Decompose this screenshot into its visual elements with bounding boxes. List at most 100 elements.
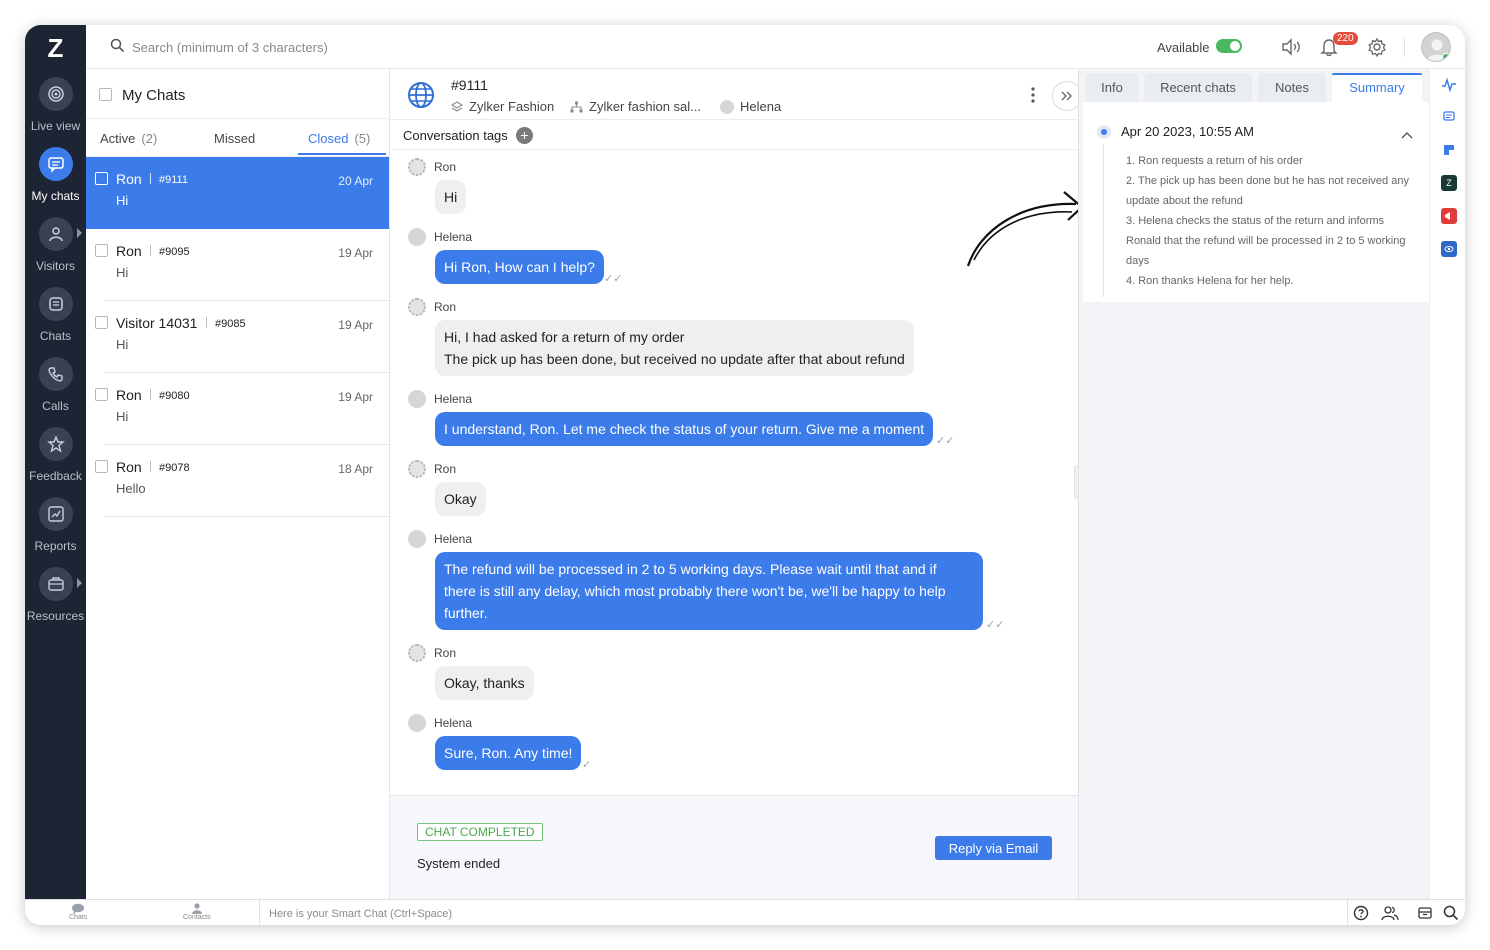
availability-label: Available: [1157, 40, 1210, 55]
user-avatar[interactable]: [1421, 32, 1451, 62]
activity-icon[interactable]: [1441, 77, 1457, 93]
chat-list-tabs: Active (2) Missed Closed (5): [86, 119, 389, 157]
smart-chat-input[interactable]: [269, 905, 969, 922]
row-checkbox[interactable]: [95, 172, 108, 185]
search-input[interactable]: [132, 35, 632, 59]
divider: [259, 900, 260, 925]
archive-icon[interactable]: [1417, 905, 1433, 925]
eye-icon[interactable]: [1441, 241, 1457, 257]
summary-point: 4. Ron thanks Helena for her help.: [1126, 275, 1294, 287]
nav-visitors[interactable]: Visitors: [25, 217, 86, 273]
availability-toggle[interactable]: [1216, 39, 1242, 53]
message-bubble: Okay, thanks: [435, 666, 534, 700]
last-message: Hi: [116, 193, 129, 208]
last-message: Hi: [116, 409, 129, 424]
chat-row[interactable]: Ron #9095 19 Apr Hi: [95, 229, 389, 301]
chat-bubble-icon: [38, 147, 73, 181]
tab-missed[interactable]: Missed: [214, 131, 255, 146]
tab-info[interactable]: Info: [1086, 73, 1138, 102]
bookmark-icon[interactable]: [1441, 142, 1457, 158]
live-view-icon: [38, 77, 73, 111]
speaker-icon[interactable]: [1280, 37, 1304, 62]
tab-closed[interactable]: Closed (5): [308, 131, 370, 146]
nav-resources[interactable]: Resources: [25, 567, 86, 623]
chat-row[interactable]: Ron #9078 18 Apr Hello: [95, 445, 389, 517]
globe-icon: [407, 81, 435, 114]
chat-date: 20 Apr: [338, 174, 373, 188]
conversation-panel: #9111 Zylker Fashion Zylker fashion sal.…: [390, 69, 1084, 899]
timeline-line: [1103, 144, 1104, 297]
chat-id: #9078: [150, 461, 190, 474]
tab-recent-chats[interactable]: Recent chats: [1144, 73, 1252, 102]
agent-avatar: [408, 228, 426, 246]
nav-live-view[interactable]: Live view: [25, 77, 86, 133]
conversation-id: #9111: [451, 77, 488, 93]
row-checkbox[interactable]: [95, 460, 108, 473]
gear-icon[interactable]: [1367, 37, 1387, 62]
visitor-name: Ron: [116, 171, 142, 187]
chat-id: #9095: [150, 245, 190, 258]
reply-via-email-button[interactable]: Reply via Email: [935, 836, 1052, 860]
chat-row[interactable]: Ron #9111 20 Apr Hi: [86, 157, 389, 229]
read-receipt-icon: ✓✓: [986, 619, 1005, 631]
read-receipt-icon: ✓✓: [936, 435, 955, 447]
megaphone-icon[interactable]: [1441, 208, 1457, 224]
nav-reports[interactable]: Reports: [25, 497, 86, 553]
agent-avatar: [408, 390, 426, 408]
chat-list-title: My Chats: [122, 87, 186, 104]
search-icon: [110, 38, 125, 58]
toggle-knob: [1230, 41, 1240, 51]
help-icon[interactable]: [1353, 905, 1369, 925]
tab-summary[interactable]: Summary: [1332, 73, 1422, 102]
chat-id: #9111: [150, 173, 188, 186]
nav-label: Visitors: [35, 259, 76, 273]
more-options-icon[interactable]: [1031, 87, 1035, 108]
row-checkbox[interactable]: [95, 388, 108, 401]
expand-caret-icon[interactable]: [77, 578, 82, 588]
summary-date: Apr 20 2023, 10:55 AM: [1121, 124, 1254, 139]
nav-my-chats[interactable]: My chats: [25, 147, 86, 203]
users-icon[interactable]: [1381, 905, 1399, 925]
message-bubble: The refund will be processed in 2 to 5 w…: [435, 552, 983, 630]
last-message: Hi: [116, 337, 129, 352]
tab-notes[interactable]: Notes: [1258, 73, 1326, 102]
top-bar: Available 220: [86, 25, 1465, 69]
bottom-chats-button[interactable]: Chats: [69, 903, 87, 921]
tab-count: (2): [141, 131, 158, 146]
message-bubble: I understand, Ron. Let me check the stat…: [435, 412, 934, 446]
nav-label: Live view: [30, 119, 81, 133]
add-tag-button[interactable]: +: [516, 127, 533, 144]
select-all-checkbox[interactable]: [99, 88, 112, 101]
person-icon: [38, 217, 73, 251]
row-checkbox[interactable]: [95, 244, 108, 257]
agent-name: Helena: [740, 99, 782, 114]
details-tabs: Info Recent chats Notes Summary: [1079, 69, 1429, 102]
chat-date: 19 Apr: [338, 390, 373, 404]
message-sender: Helena: [408, 714, 472, 732]
nav-feedback[interactable]: Feedback: [25, 427, 86, 483]
nav-chats[interactable]: Chats: [25, 287, 86, 343]
divider: [1347, 900, 1348, 925]
brand-crumb: Zylker Fashion: [451, 99, 554, 114]
search-icon[interactable]: [1443, 905, 1459, 925]
message-icon[interactable]: [1441, 109, 1457, 125]
tab-active[interactable]: Active (2): [100, 131, 157, 146]
chevron-up-icon[interactable]: [1401, 126, 1413, 144]
chat-row[interactable]: Ron #9080 19 Apr Hi: [95, 373, 389, 445]
bottom-label: Chats: [69, 914, 88, 921]
chat-list-panel: My Chats Active (2) Missed Closed (5) Ron …: [86, 69, 390, 899]
row-checkbox[interactable]: [95, 316, 108, 329]
chat-row[interactable]: Visitor 14031 #9085 19 Apr Hi: [95, 301, 389, 373]
message-bubble: Sure, Ron. Any time!: [435, 736, 582, 770]
summary-point: 2. The pick up has been done but he has …: [1126, 175, 1409, 207]
visitor-avatar: [408, 298, 426, 316]
message-bubble: Hi, I had asked for a return of my order…: [435, 320, 914, 376]
nav-calls[interactable]: Calls: [25, 357, 86, 413]
nav-label: Calls: [42, 399, 69, 413]
bottom-bar: Chats Contacts: [25, 899, 1465, 925]
bottom-contacts-button[interactable]: Contacts: [183, 903, 211, 921]
expand-caret-icon[interactable]: [77, 228, 82, 238]
annotation-arrow-icon: [966, 191, 1084, 267]
zoho-desk-icon[interactable]: Z: [1441, 175, 1457, 191]
phone-icon: [38, 357, 73, 391]
